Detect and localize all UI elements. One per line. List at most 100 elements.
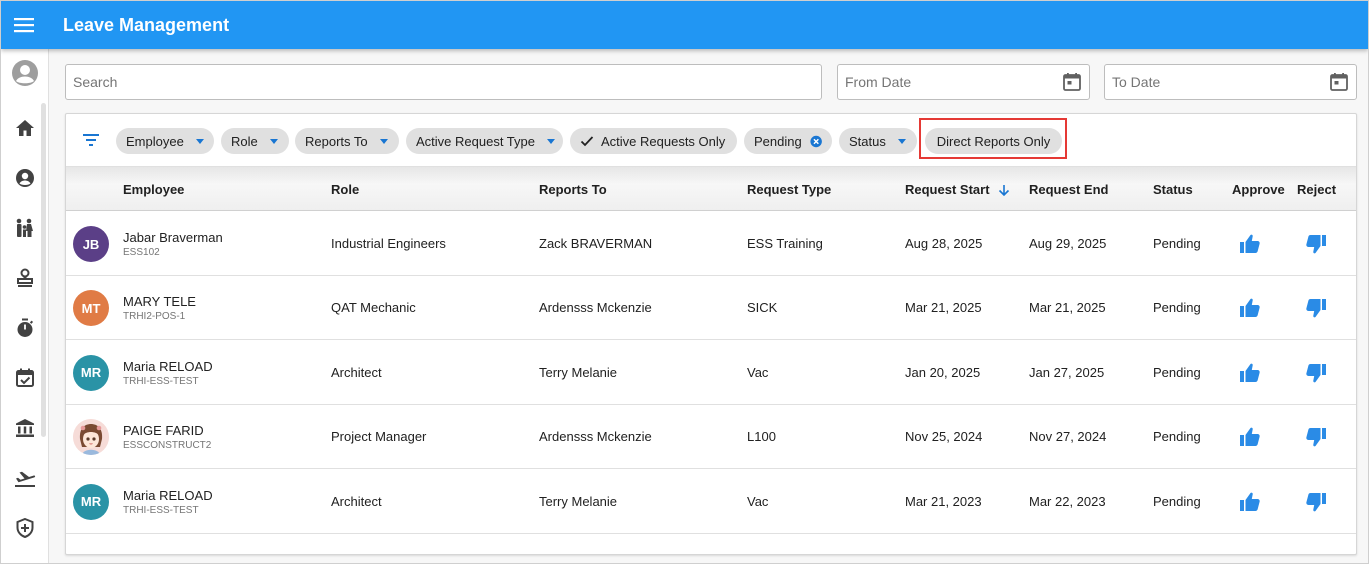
approve-button[interactable]: [1238, 490, 1262, 514]
table-row[interactable]: MT MARY TELE TRHI2-POS-1 QAT Mechanic Ardens…: [66, 276, 1356, 341]
request-end-cell: Mar 22, 2023: [1029, 493, 1106, 509]
from-date-field[interactable]: [837, 64, 1090, 100]
search-input[interactable]: [66, 65, 821, 99]
request-start-cell: Nov 25, 2024: [905, 429, 983, 445]
reject-button[interactable]: [1304, 361, 1328, 385]
employee-id: ESS102: [123, 247, 160, 258]
app-frame: Leave Management Search From Date To Dat…: [0, 0, 1369, 564]
close-circle-icon[interactable]: [810, 134, 822, 149]
employee-id: TRHI-ESS-TEST: [123, 375, 199, 387]
chip-direct-reports-only[interactable]: Direct Reports Only: [925, 128, 1062, 154]
col-employee[interactable]: Employee: [123, 167, 184, 212]
chevron-down-icon: [195, 138, 204, 144]
thumb-up-icon: [1238, 427, 1262, 453]
timer-icon[interactable]: [13, 316, 37, 340]
approve-button[interactable]: [1238, 361, 1262, 385]
chip-label: Active Requests Only: [601, 133, 726, 149]
chip-status[interactable]: Status: [839, 128, 917, 154]
calendar-icon[interactable]: [1061, 71, 1083, 93]
request-end-cell: Aug 29, 2025: [1029, 236, 1107, 251]
leave-requests-card: Employee Role Reports To Active Request …: [65, 113, 1357, 555]
sidebar-scrollbar[interactable]: [41, 103, 46, 437]
employee-id: TRHI2-POS-1: [123, 311, 186, 323]
shield-icon[interactable]: [13, 516, 37, 540]
status-cell: Pending: [1153, 364, 1201, 380]
request-start-cell: Mar 21, 2023: [905, 493, 982, 509]
table-row[interactable]: MR Maria RELOAD TRHI-ESS-TEST Architect Terr…: [66, 340, 1356, 405]
approve-button[interactable]: [1238, 232, 1262, 256]
account-icon[interactable]: [11, 59, 39, 87]
status-cell: Pending: [1153, 493, 1201, 509]
approve-button[interactable]: [1238, 296, 1262, 320]
chip-label: Reports To: [305, 133, 368, 149]
reports-to-cell: Terry Melanie: [539, 493, 618, 509]
flight-takeoff-icon[interactable]: [13, 466, 37, 490]
chip-label: Active Request Type: [416, 133, 535, 149]
status-cell: Pending: [1153, 236, 1201, 251]
col-status[interactable]: Status: [1153, 167, 1193, 212]
chip-active-requests-only[interactable]: Active Requests Only: [570, 128, 737, 154]
app-title: Leave Management: [63, 14, 230, 35]
role-cell: QAT Mechanic: [331, 300, 416, 316]
col-request-start[interactable]: Request Start: [905, 167, 1010, 212]
request-type-cell: Vac: [747, 493, 769, 509]
chevron-down-icon: [547, 138, 555, 144]
calendar-icon[interactable]: [1328, 71, 1350, 93]
request-start-cell: Mar 21, 2025: [905, 300, 982, 316]
table-row[interactable]: JB Jabar Braverman ESS102 Industrial Engine…: [66, 212, 1356, 276]
reject-button[interactable]: [1304, 296, 1328, 320]
table-row[interactable]: PAIGE FARID ESSCONSTRUCT2 Project Manager A…: [66, 405, 1356, 470]
col-request-end[interactable]: Request End: [1029, 167, 1108, 212]
thumb-up-icon: [1238, 299, 1262, 324]
chip-active-request-type[interactable]: Active Request Type: [406, 128, 563, 154]
thumb-down-icon: [1304, 428, 1328, 453]
reject-button[interactable]: [1304, 425, 1328, 449]
request-type-cell: L100: [747, 429, 776, 445]
request-type-cell: ESS Training: [747, 236, 823, 251]
chip-role[interactable]: Role: [221, 128, 289, 154]
avatar-initials: MR: [80, 494, 102, 510]
col-request-type[interactable]: Request Type: [747, 167, 831, 212]
approve-button[interactable]: [1238, 425, 1262, 449]
from-date-input[interactable]: [838, 65, 1061, 99]
filter-icon[interactable]: [81, 130, 101, 150]
to-date-field[interactable]: [1104, 64, 1357, 100]
col-role[interactable]: Role: [331, 167, 359, 212]
chip-label: Role: [231, 133, 258, 149]
stamp-icon[interactable]: [13, 266, 37, 290]
chip-pending[interactable]: Pending: [744, 128, 832, 154]
avatar: JB: [73, 226, 109, 262]
chip-employee[interactable]: Employee: [116, 128, 214, 154]
request-start-cell: Aug 28, 2025: [905, 236, 983, 251]
reports-to-cell: Ardensss Mckenzie: [539, 300, 652, 316]
filter-chips-row: Employee Role Reports To Active Request …: [66, 114, 1356, 166]
thumb-down-icon: [1304, 492, 1328, 518]
table-row[interactable]: MR Maria RELOAD TRHI-ESS-TEST Architect Terr…: [66, 469, 1356, 534]
chip-reports-to[interactable]: Reports To: [295, 128, 399, 154]
chip-label: Pending: [754, 133, 802, 149]
col-reports-to[interactable]: Reports To: [539, 167, 607, 212]
request-end-cell: Mar 21, 2025: [1029, 300, 1106, 316]
reject-button[interactable]: [1304, 490, 1328, 514]
arrow-down-icon[interactable]: [998, 184, 1010, 197]
to-date-input[interactable]: [1105, 65, 1328, 99]
hamburger-menu-icon: [14, 18, 34, 33]
status-cell: Pending: [1153, 429, 1201, 445]
bank-icon[interactable]: [13, 416, 37, 440]
request-end-cell: Nov 27, 2024: [1029, 429, 1107, 445]
chip-label: Direct Reports Only: [936, 133, 1051, 149]
avatar: MR: [73, 483, 109, 520]
role-cell: Industrial Engineers: [331, 236, 446, 251]
reports-to-cell: Ardensss Mckenzie: [539, 429, 652, 445]
calendar-check-icon[interactable]: [13, 366, 37, 390]
role-cell: Architect: [331, 364, 382, 380]
reject-button[interactable]: [1304, 232, 1328, 256]
request-end-cell: Jan 27, 2025: [1029, 364, 1105, 380]
search-field[interactable]: [65, 64, 822, 100]
employee-name: Maria RELOAD: [123, 487, 213, 503]
family-icon[interactable]: [13, 216, 37, 240]
person-icon[interactable]: [13, 166, 37, 190]
app-bar: Leave Management: [1, 1, 1368, 49]
home-icon[interactable]: [13, 116, 37, 140]
menu-button[interactable]: [1, 1, 47, 49]
